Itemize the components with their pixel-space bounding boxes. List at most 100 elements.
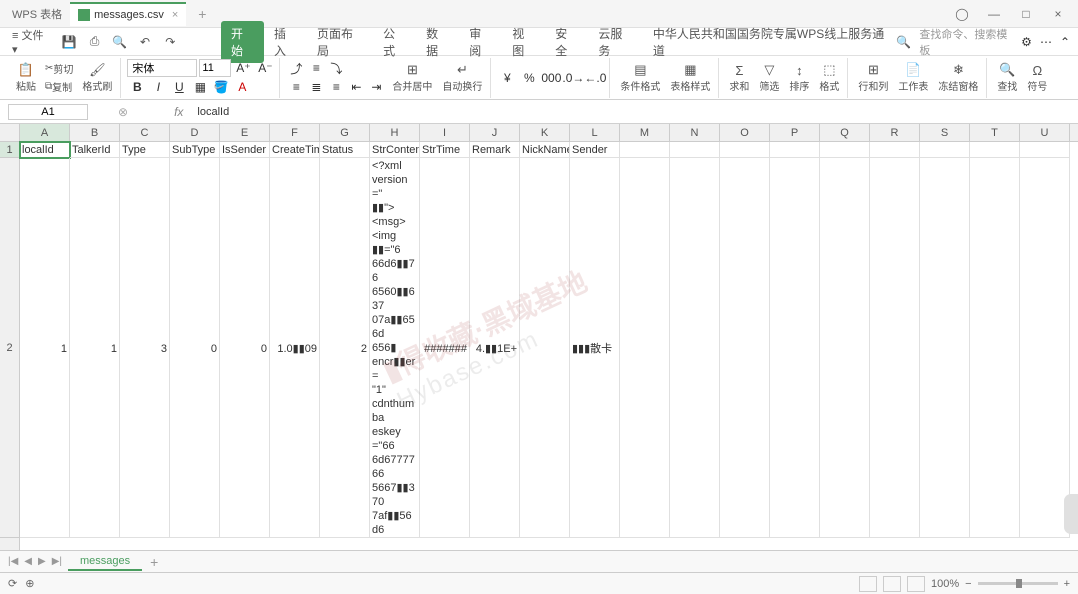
col-header-A[interactable]: A xyxy=(20,124,70,141)
tab-insert[interactable]: 插入 xyxy=(264,21,307,63)
preview-icon[interactable]: 🔍 xyxy=(109,31,130,53)
cell-2-M[interactable] xyxy=(620,158,670,538)
cell-2-C[interactable]: 3 xyxy=(120,158,170,538)
col-header-R[interactable]: R xyxy=(870,124,920,141)
name-box[interactable] xyxy=(8,104,88,120)
cell-1-I[interactable]: StrTime xyxy=(420,142,470,158)
side-scroll-tab[interactable] xyxy=(1064,494,1078,534)
col-header-D[interactable]: D xyxy=(170,124,220,141)
cell-2-H[interactable]: <?xml version=" ▮▮"> <msg> <img ▮▮="6 66… xyxy=(370,158,420,538)
cell-2-R[interactable] xyxy=(870,158,920,538)
col-header-C[interactable]: C xyxy=(120,124,170,141)
table-style-button[interactable]: ▦表格样式 xyxy=(666,60,714,95)
tab-cloud[interactable]: 云服务 xyxy=(588,21,643,63)
fx-icon[interactable]: fx xyxy=(168,105,189,119)
search-icon[interactable]: 🔍 xyxy=(896,35,911,49)
comma-icon[interactable]: 000 xyxy=(541,69,561,87)
settings-icon[interactable]: ⚙ xyxy=(1021,35,1032,49)
cell-1-G[interactable]: Status xyxy=(320,142,370,158)
cell-2-I[interactable]: ######### xyxy=(420,158,470,538)
underline-button[interactable]: U xyxy=(169,78,189,96)
cell-1-B[interactable]: TalkerId xyxy=(70,142,120,158)
cell-1-S[interactable] xyxy=(920,142,970,158)
cell-2-L[interactable]: ▮▮▮散卡赵铺? xyxy=(570,158,620,538)
align-center-icon[interactable]: ≣ xyxy=(306,78,326,96)
tab-start[interactable]: 开始 xyxy=(221,21,264,63)
cell-2-J[interactable]: 4.▮▮1E+18 xyxy=(470,158,520,538)
cell-1-M[interactable] xyxy=(620,142,670,158)
cell-2-E[interactable]: 0 xyxy=(220,158,270,538)
cell-1-J[interactable]: Remark xyxy=(470,142,520,158)
minimize-button[interactable]: — xyxy=(978,2,1010,26)
align-top-icon[interactable]: ⤴ xyxy=(286,59,306,77)
cell-2-O[interactable] xyxy=(720,158,770,538)
bold-button[interactable]: B xyxy=(127,78,147,96)
cell-1-P[interactable] xyxy=(770,142,820,158)
save-icon[interactable]: 💾 xyxy=(59,31,80,53)
cell-2-D[interactable]: 0 xyxy=(170,158,220,538)
search-hint[interactable]: 查找命令、搜索模板 xyxy=(919,26,1013,58)
dec-inc-icon[interactable]: .0→ xyxy=(563,69,583,87)
tab-page-layout[interactable]: 页面布局 xyxy=(307,21,373,63)
sheet-nav-first[interactable]: |◀ xyxy=(8,556,18,567)
zoom-out-button[interactable]: − xyxy=(965,578,971,590)
cell-1-A[interactable]: localId xyxy=(20,142,70,158)
percent-icon[interactable]: % xyxy=(519,69,539,87)
sheet-nav-prev[interactable]: ◀ xyxy=(24,556,32,567)
cell-1-N[interactable] xyxy=(670,142,720,158)
tab-data[interactable]: 数据 xyxy=(416,21,459,63)
col-header-U[interactable]: U xyxy=(1020,124,1070,141)
tab-view[interactable]: 视图 xyxy=(502,21,545,63)
font-name-select[interactable] xyxy=(127,59,197,77)
redo-icon[interactable]: ↷ xyxy=(160,31,181,53)
align-right-icon[interactable]: ≡ xyxy=(326,78,346,96)
cell-1-R[interactable] xyxy=(870,142,920,158)
align-mid-icon[interactable]: ≡ xyxy=(306,59,326,77)
cell-2-G[interactable]: 2 xyxy=(320,158,370,538)
align-bot-icon[interactable]: ⤵ xyxy=(326,59,346,77)
cell-2-P[interactable] xyxy=(770,158,820,538)
cell-2-N[interactable] xyxy=(670,158,720,538)
merge-button[interactable]: ⊞合并居中 xyxy=(388,60,436,95)
col-header-O[interactable]: O xyxy=(720,124,770,141)
tab-review[interactable]: 审阅 xyxy=(459,21,502,63)
cell-1-K[interactable]: NickName xyxy=(520,142,570,158)
col-header-N[interactable]: N xyxy=(670,124,720,141)
zoom-slider[interactable] xyxy=(978,582,1058,585)
currency-icon[interactable]: ¥ xyxy=(497,69,517,87)
cell-1-U[interactable] xyxy=(1020,142,1070,158)
col-header-E[interactable]: E xyxy=(220,124,270,141)
worksheet-button[interactable]: 📄工作表 xyxy=(894,60,932,95)
format-painter-button[interactable]: 🖌格式刷 xyxy=(78,60,116,95)
zoom-in-button[interactable]: + xyxy=(1064,578,1070,590)
find-button[interactable]: 🔍查找 xyxy=(993,60,1021,95)
col-header-P[interactable]: P xyxy=(770,124,820,141)
file-tab[interactable]: messages.csv × xyxy=(70,2,186,26)
col-header-I[interactable]: I xyxy=(420,124,470,141)
row-header-2[interactable]: 2 xyxy=(0,158,19,538)
col-header-B[interactable]: B xyxy=(70,124,120,141)
sheet-nav-last[interactable]: ▶| xyxy=(52,556,62,567)
select-all-corner[interactable] xyxy=(0,124,20,142)
cell-2-K[interactable] xyxy=(520,158,570,538)
maximize-button[interactable]: □ xyxy=(1010,2,1042,26)
cond-format-button[interactable]: ▤条件格式 xyxy=(616,60,664,95)
increase-font-icon[interactable]: A⁺ xyxy=(233,59,253,77)
col-header-M[interactable]: M xyxy=(620,124,670,141)
col-header-Q[interactable]: Q xyxy=(820,124,870,141)
cell-2-S[interactable] xyxy=(920,158,970,538)
cell-1-Q[interactable] xyxy=(820,142,870,158)
border-button[interactable]: ▦ xyxy=(190,78,210,96)
filter-button[interactable]: ▽筛选 xyxy=(755,60,783,95)
row-header-1[interactable]: 1 xyxy=(0,142,19,158)
fill-color-button[interactable]: 🪣 xyxy=(211,78,231,96)
cut-button[interactable]: ✂ 剪切 xyxy=(42,60,76,77)
col-header-K[interactable]: K xyxy=(520,124,570,141)
close-tab-icon[interactable]: × xyxy=(172,9,178,21)
row-col-button[interactable]: ⊞行和列 xyxy=(854,60,892,95)
font-size-select[interactable] xyxy=(199,59,231,77)
col-header-L[interactable]: L xyxy=(570,124,620,141)
cell-1-L[interactable]: Sender xyxy=(570,142,620,158)
tab-security[interactable]: 安全 xyxy=(545,21,588,63)
font-color-button[interactable]: A xyxy=(232,78,252,96)
